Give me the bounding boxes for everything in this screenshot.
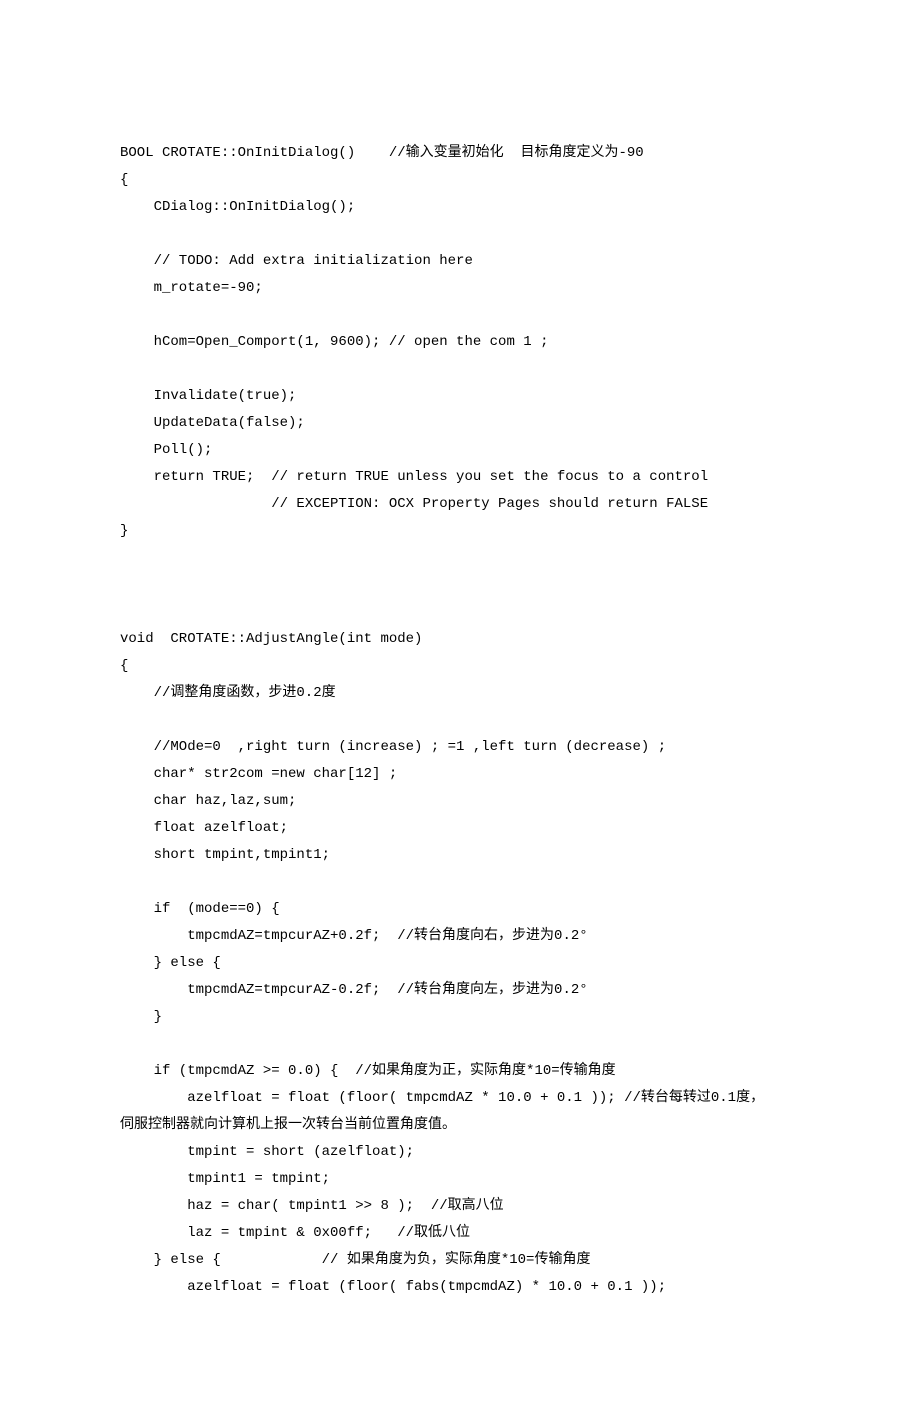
code-block: BOOL CROTATE::OnInitDialog() //输入变量初始化 目…	[120, 140, 800, 1301]
document-page: BOOL CROTATE::OnInitDialog() //输入变量初始化 目…	[0, 0, 920, 1401]
